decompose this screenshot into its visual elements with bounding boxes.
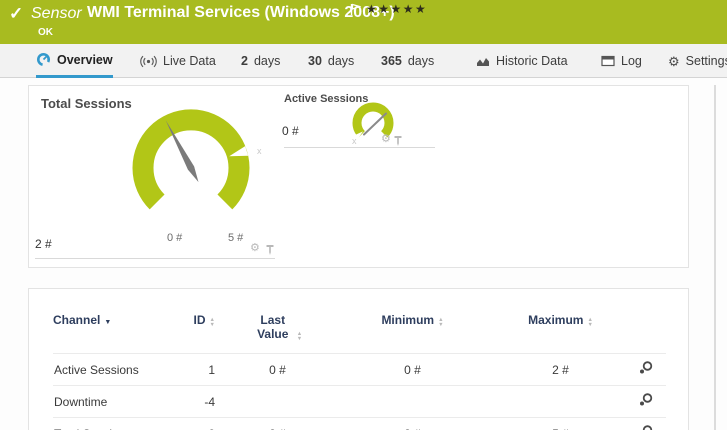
tab-number: 365	[381, 54, 402, 68]
col-label: Channel	[53, 313, 101, 327]
col-header-channel[interactable]: Channel ▼	[53, 297, 175, 354]
col-header-maximum[interactable]: Maximum ▲ ▼	[495, 297, 626, 354]
divider	[284, 147, 435, 148]
tab-label: days	[407, 54, 435, 68]
primary-current-value: 2 #	[35, 237, 52, 251]
channels-table: Channel ▼ ID ▲ ▼ Last Value ▲ ▼ Minimum ▲ ▼ Max…	[53, 297, 666, 430]
channel-maximum	[495, 386, 626, 418]
sensor-header: ✓ Sensor WMI Terminal Services (Windows …	[0, 0, 727, 44]
channel-name: Total Sessions	[53, 418, 175, 430]
col-header-minimum[interactable]: Minimum ▲ ▼	[330, 297, 495, 354]
tab-label: Historic Data	[496, 54, 568, 68]
channel-name: Active Sessions	[54, 362, 139, 377]
tab-historic-data[interactable]: Historic Data	[476, 44, 568, 78]
tab-live-data[interactable]: Live Data	[140, 44, 216, 78]
channel-maximum: 2 #	[552, 362, 569, 377]
col-label: ID	[193, 313, 206, 327]
col-label: Last Value	[257, 313, 289, 341]
channels-panel: Channel ▼ ID ▲ ▼ Last Value ▲ ▼ Minimum ▲ ▼ Max…	[28, 288, 689, 430]
gauge-scale-max: 5 #	[228, 232, 244, 244]
peak-marker-icon: x	[257, 146, 262, 156]
channel-settings-icon[interactable]	[638, 424, 654, 430]
tab-bar: Overview Live Data 2 days 30 days 365 da…	[0, 44, 727, 78]
flag-icon[interactable]	[350, 3, 362, 21]
prtg-sensor-page: ✓ Sensor WMI Terminal Services (Windows …	[0, 0, 727, 430]
gauge-settings-gear-icon[interactable]: ⚙	[381, 134, 391, 145]
channel-name: Downtime	[54, 394, 108, 409]
peak-marker-icon: x	[352, 136, 357, 146]
tab-number: 2	[241, 54, 248, 68]
channel-id: 1	[208, 362, 215, 377]
channel-maximum: 5 #	[495, 418, 626, 430]
log-icon	[601, 55, 615, 67]
channel-id: 0	[175, 418, 225, 430]
sort-icon: ▲ ▼	[209, 317, 215, 328]
channel-last-value	[225, 386, 330, 418]
tab-settings[interactable]: ⚙ Settings	[668, 44, 727, 78]
gauge-icon	[36, 52, 51, 67]
channel-settings-icon[interactable]	[638, 360, 654, 379]
object-type-label: Sensor	[31, 5, 82, 22]
channel-last-value: 0 #	[269, 362, 286, 377]
channel-minimum	[330, 386, 495, 418]
col-header-actions	[626, 297, 666, 354]
tab-overview[interactable]: Overview	[36, 44, 113, 78]
gauges-panel: Total Sessions 0 # 5 # x 2 # ⚙ Active Se…	[28, 85, 689, 268]
tab-log[interactable]: Log	[601, 44, 642, 78]
sort-icon: ▲ ▼	[438, 317, 444, 328]
tab-label: Live Data	[163, 54, 216, 68]
table-row: Downtime -4	[53, 385, 666, 418]
col-header-id[interactable]: ID ▲ ▼	[175, 297, 225, 354]
channel-last-value: 2 #	[225, 418, 330, 430]
channel-minimum: 2 #	[330, 418, 495, 430]
channel-id: -4	[204, 394, 215, 409]
gauge-settings-gear-icon[interactable]: ⚙	[250, 243, 260, 254]
pin-icon[interactable]	[393, 134, 403, 152]
col-header-last-value[interactable]: Last Value ▲ ▼	[225, 297, 330, 354]
tab-label: days	[327, 54, 355, 68]
area-chart-icon	[476, 55, 490, 67]
pin-icon[interactable]	[265, 243, 275, 261]
status-badge: OK	[38, 27, 53, 38]
tab-365-days[interactable]: 365 days	[381, 44, 434, 78]
tab-label: Overview	[57, 52, 113, 67]
page-title: WMI Terminal Services (Windows 2008+)	[87, 4, 395, 21]
broadcast-icon	[140, 55, 157, 68]
gear-icon: ⚙	[668, 53, 680, 69]
tab-label: days	[253, 54, 281, 68]
channel-minimum: 0 #	[404, 362, 421, 377]
sort-desc-icon: ▼	[104, 319, 112, 326]
tab-number: 30	[308, 54, 322, 68]
channel-settings-icon[interactable]	[638, 392, 654, 411]
col-label: Minimum	[381, 313, 435, 327]
vertical-divider	[714, 85, 716, 430]
sort-icon: ▲ ▼	[296, 331, 303, 342]
priority-stars[interactable]: ★★★★★	[366, 2, 427, 16]
tab-30-days[interactable]: 30 days	[308, 44, 354, 78]
status-ok-check-icon: ✓	[9, 4, 24, 23]
sort-icon: ▲ ▼	[587, 317, 593, 328]
tab-2-days[interactable]: 2 days	[241, 44, 280, 78]
secondary-current-value: 0 #	[282, 124, 299, 138]
divider	[35, 258, 275, 259]
table-row: Total Sessions 0 2 # 2 # 5 #	[53, 417, 666, 430]
table-row: Active Sessions 1 0 # 0 # 2 #	[53, 353, 666, 386]
total-sessions-gauge	[132, 109, 250, 210]
table-header-row: Channel ▼ ID ▲ ▼ Last Value ▲ ▼ Minimum ▲ ▼ Max…	[53, 297, 666, 354]
col-label: Maximum	[528, 313, 584, 327]
gauge-scale-min: 0 #	[167, 232, 183, 244]
tab-label: Settings	[685, 54, 727, 68]
tab-label: Log	[621, 54, 642, 68]
